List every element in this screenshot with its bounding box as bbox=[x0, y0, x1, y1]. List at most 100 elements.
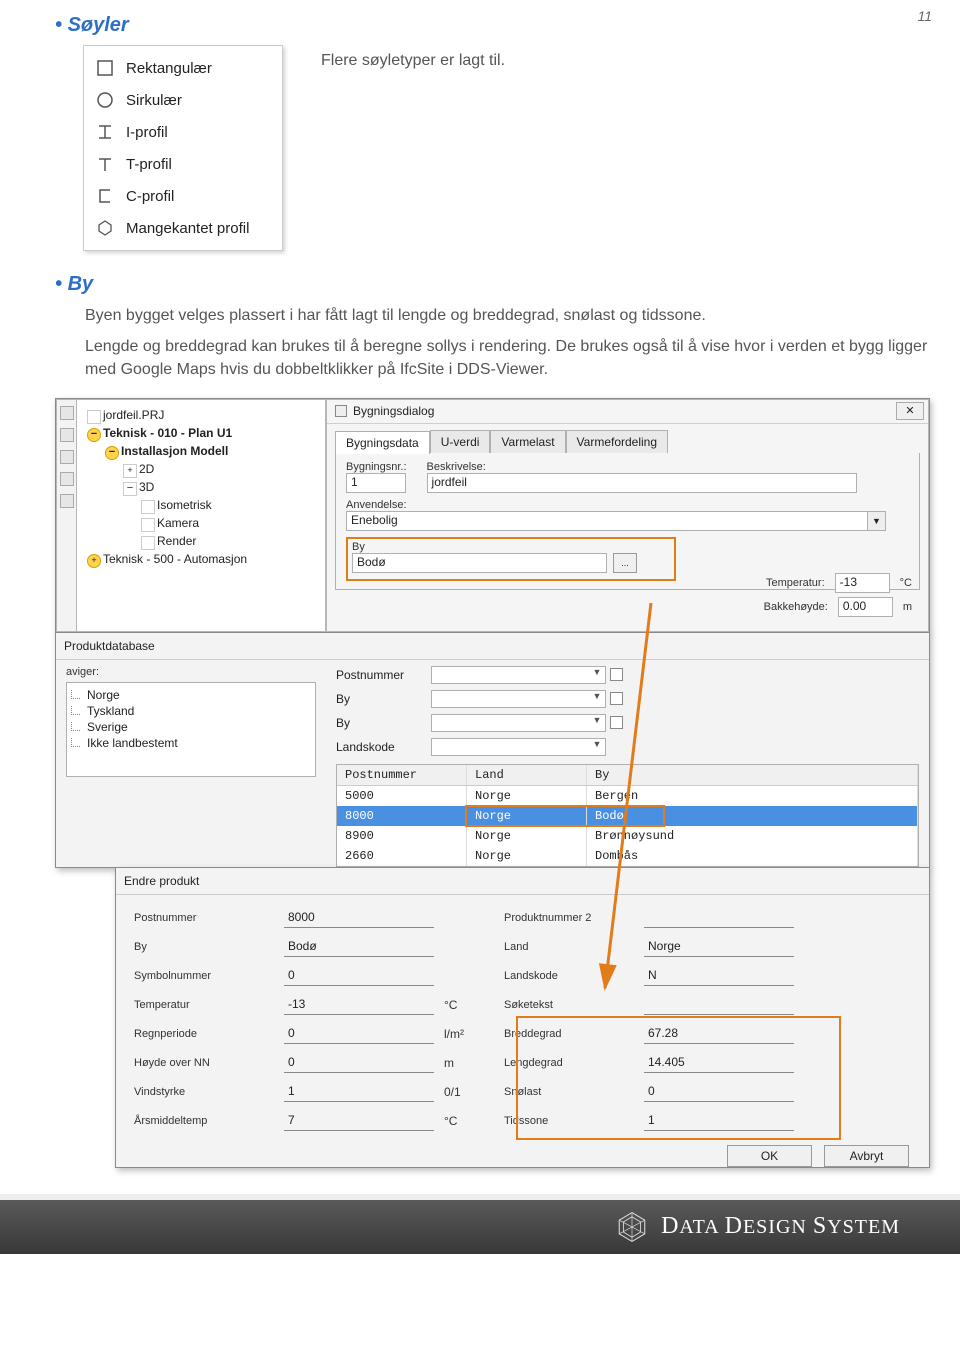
highlight-coords-box bbox=[516, 1016, 841, 1140]
input-bakkehoyde[interactable]: 0.00 bbox=[838, 597, 893, 617]
ep-label: Landskode bbox=[504, 970, 634, 982]
filter-select[interactable]: ▼ bbox=[431, 666, 606, 684]
tool-icon[interactable] bbox=[60, 450, 74, 464]
tree-node[interactable]: jordfeil.PRJ bbox=[85, 406, 321, 424]
unit-m: m bbox=[903, 601, 912, 613]
tab-uverdi[interactable]: U-verdi bbox=[430, 430, 491, 453]
city-table[interactable]: Postnummer Land By 5000NorgeBergen 8000N… bbox=[336, 764, 919, 867]
profile-item[interactable]: Mangekantet profil bbox=[84, 212, 282, 244]
endre-produkt-title: Endre produkt bbox=[116, 868, 929, 895]
filter-select[interactable]: ▼ bbox=[431, 714, 606, 732]
tab-bygningsdata[interactable]: Bygningsdata bbox=[335, 431, 430, 454]
ep-label: Symbolnummer bbox=[134, 970, 274, 982]
tree-node[interactable]: Kamera bbox=[139, 514, 321, 532]
select-anvendelse[interactable]: Enebolig bbox=[346, 511, 868, 531]
profile-item[interactable]: C-profil bbox=[84, 180, 282, 212]
ep-input[interactable]: 7 bbox=[284, 1112, 434, 1131]
chevron-down-icon[interactable]: ▼ bbox=[589, 739, 605, 755]
ep-input[interactable] bbox=[644, 996, 794, 1015]
cancel-button[interactable]: Avbryt bbox=[824, 1145, 909, 1167]
col-postnummer[interactable]: Postnummer bbox=[337, 765, 467, 785]
chevron-down-icon[interactable]: ▼ bbox=[589, 691, 605, 707]
tab-varmelast[interactable]: Varmelast bbox=[490, 430, 565, 453]
browse-button[interactable]: ... bbox=[613, 553, 637, 573]
profile-item[interactable]: I-profil bbox=[84, 116, 282, 148]
city-highlight-box: By Bodø ... bbox=[346, 537, 676, 581]
input-bygningsnr[interactable]: 1 bbox=[346, 473, 406, 493]
tree-node[interactable]: Ikke landbestemt bbox=[71, 735, 311, 751]
filter-select[interactable]: ▼ bbox=[431, 690, 606, 708]
ep-input[interactable]: Bodø bbox=[284, 938, 434, 957]
table-row[interactable]: 5000NorgeBergen bbox=[337, 786, 918, 806]
profile-item[interactable]: T-profil bbox=[84, 148, 282, 180]
profile-label: I-profil bbox=[126, 124, 168, 141]
paragraph-by-1: Byen bygget velges plassert i har fått l… bbox=[85, 304, 930, 327]
profile-type-list: Rektangulær Sirkulær I-profil T-profil C… bbox=[83, 45, 283, 251]
profile-label: Rektangulær bbox=[126, 60, 212, 77]
tree-node[interactable]: Isometrisk bbox=[139, 496, 321, 514]
profile-label: Mangekantet profil bbox=[126, 220, 249, 237]
filter-label: By bbox=[336, 716, 431, 730]
tree-node[interactable]: 2D bbox=[121, 460, 321, 478]
label-beskrivelse: Beskrivelse: bbox=[427, 461, 909, 473]
produktdatabase-title: Produktdatabase bbox=[56, 633, 929, 660]
label-temperatur: Temperatur: bbox=[766, 577, 825, 589]
ep-input[interactable] bbox=[644, 909, 794, 928]
project-tree[interactable]: jordfeil.PRJ Teknisk - 010 - Plan U1 Ins… bbox=[76, 399, 326, 632]
tree-node[interactable]: Sverige bbox=[71, 719, 311, 735]
tree-node[interactable]: Norge bbox=[71, 687, 311, 703]
ok-button[interactable]: OK bbox=[727, 1145, 812, 1167]
tool-icon[interactable] bbox=[60, 494, 74, 508]
ep-label: Produktnummer 2 bbox=[504, 912, 634, 924]
ep-input[interactable]: Norge bbox=[644, 938, 794, 957]
ep-input[interactable]: -13 bbox=[284, 996, 434, 1015]
chevron-down-icon[interactable]: ▼ bbox=[589, 715, 605, 731]
circle-icon bbox=[94, 89, 116, 111]
t-profile-icon bbox=[94, 153, 116, 175]
ep-input[interactable]: N bbox=[644, 967, 794, 986]
filter-checkbox[interactable] bbox=[610, 692, 623, 705]
input-temperatur[interactable]: -13 bbox=[835, 573, 890, 593]
tree-node[interactable]: Tyskland bbox=[71, 703, 311, 719]
tree-node[interactable]: Teknisk - 500 - Automasjon bbox=[85, 550, 321, 568]
ep-label: Regnperiode bbox=[134, 1028, 274, 1040]
tool-icon[interactable] bbox=[60, 472, 74, 486]
tool-icon[interactable] bbox=[60, 428, 74, 442]
footer-text: DATA DESIGN SYSTEM bbox=[661, 1213, 900, 1240]
ep-label: Årsmiddeltemp bbox=[134, 1115, 274, 1127]
label-by: By bbox=[352, 541, 670, 553]
ep-input[interactable]: 8000 bbox=[284, 909, 434, 928]
profile-item[interactable]: Rektangulær bbox=[84, 52, 282, 84]
ep-input[interactable]: 0 bbox=[284, 967, 434, 986]
ep-input[interactable]: 0 bbox=[284, 1025, 434, 1044]
toolbar-column bbox=[56, 399, 76, 632]
ep-input[interactable]: 1 bbox=[284, 1083, 434, 1102]
input-beskrivelse[interactable]: jordfeil bbox=[427, 473, 857, 493]
country-tree[interactable]: Norge Tyskland Sverige Ikke landbestemt bbox=[66, 682, 316, 777]
filter-checkbox[interactable] bbox=[610, 668, 623, 681]
filter-checkbox[interactable] bbox=[610, 716, 623, 729]
tree-node[interactable]: Teknisk - 010 - Plan U1 bbox=[85, 424, 321, 442]
close-icon[interactable]: ✕ bbox=[896, 402, 924, 420]
chevron-down-icon[interactable]: ▼ bbox=[868, 511, 886, 531]
profile-item[interactable]: Sirkulær bbox=[84, 84, 282, 116]
input-by[interactable]: Bodø bbox=[352, 553, 607, 573]
col-land[interactable]: Land bbox=[467, 765, 587, 785]
ep-input[interactable]: 0 bbox=[284, 1054, 434, 1073]
filter-select[interactable]: ▼ bbox=[431, 738, 606, 756]
intro-text-soyler: Flere søyletyper er lagt til. bbox=[321, 49, 505, 72]
filter-label: By bbox=[336, 692, 431, 706]
tab-varmefordeling[interactable]: Varmefordeling bbox=[566, 430, 668, 453]
col-by[interactable]: By bbox=[587, 765, 918, 785]
tree-node[interactable]: Installasjon Modell bbox=[103, 442, 321, 460]
temp-area: Temperatur: -13 °C Bakkehøyde: 0.00 m bbox=[764, 573, 912, 621]
table-row[interactable]: 2660NorgeDombås bbox=[337, 846, 918, 866]
c-profile-icon bbox=[94, 185, 116, 207]
tree-node[interactable]: Render bbox=[139, 532, 321, 550]
tool-icon[interactable] bbox=[60, 406, 74, 420]
chevron-down-icon[interactable]: ▼ bbox=[589, 667, 605, 683]
profile-label: C-profil bbox=[126, 188, 174, 205]
label-bygningsnr: Bygningsnr.: bbox=[346, 461, 407, 473]
table-row[interactable]: 8900NorgeBrønnøysund bbox=[337, 826, 918, 846]
tree-node[interactable]: 3D bbox=[121, 478, 321, 496]
